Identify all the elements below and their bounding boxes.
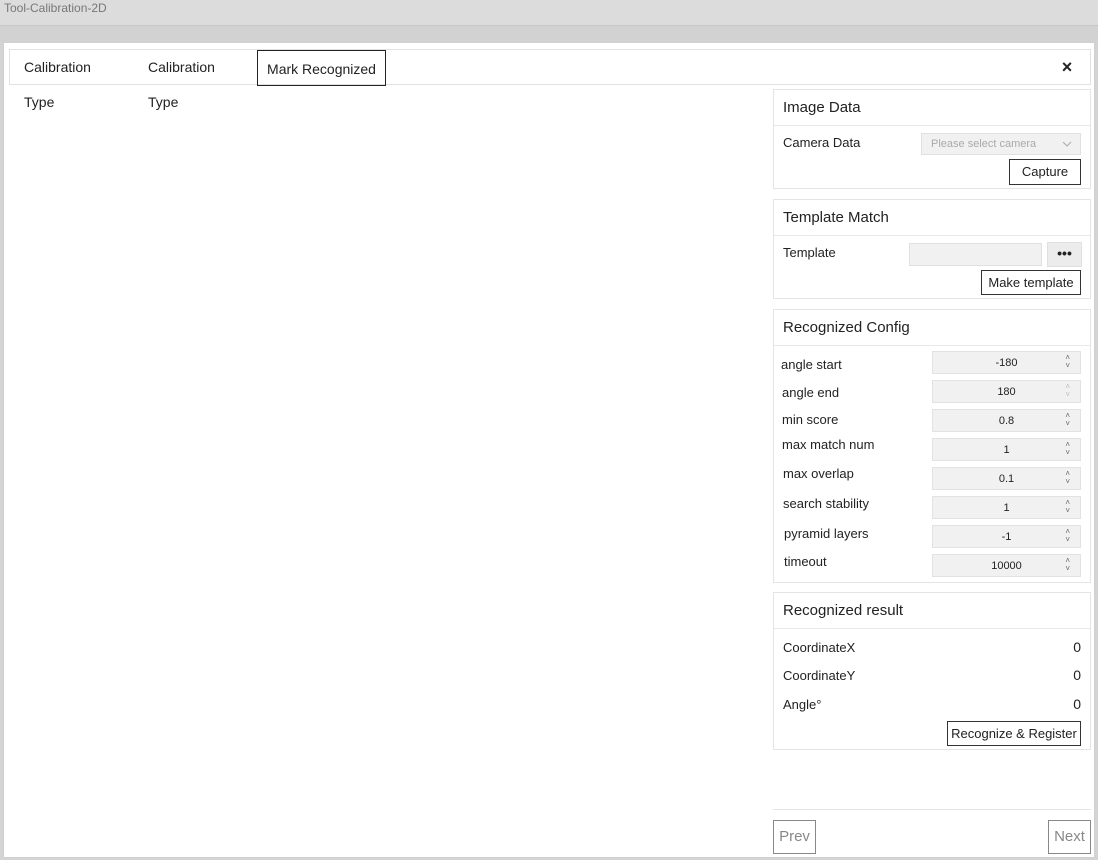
recognize-register-button[interactable]: Recognize & Register — [947, 721, 1081, 746]
angle-start-label: angle start — [781, 357, 842, 372]
spinner-arrows-icon[interactable]: ˄ ˅ — [1065, 470, 1070, 486]
spinner-arrows-icon[interactable]: ˄ ˅ — [1065, 412, 1070, 428]
template-match-panel: Template Match Template ••• Make templat… — [773, 199, 1091, 299]
pyramid-layers-spinner[interactable]: -1 ˄ ˅ — [932, 525, 1081, 548]
coordinate-y-value: 0 — [1073, 667, 1081, 683]
camera-select-placeholder: Please select camera — [931, 138, 1037, 150]
recognized-result-panel: Recognized result CoordinateX 0 Coordina… — [773, 592, 1091, 750]
browse-template-button[interactable]: ••• — [1047, 242, 1082, 267]
prev-button[interactable]: Prev — [773, 820, 816, 854]
min-score-label: min score — [782, 412, 839, 427]
close-icon[interactable]: × — [1058, 58, 1076, 76]
spinner-arrows-icon[interactable]: ˄ ˅ — [1065, 383, 1070, 399]
app-title: Tool-Calibration-2D — [4, 1, 107, 15]
search-stability-label: search stability — [783, 496, 869, 511]
tab-bar: Calibration Type Calibration Type Mark R… — [9, 49, 1091, 110]
calibration-window: Calibration Type Calibration Type Mark R… — [3, 42, 1095, 858]
recognized-result-title: Recognized result — [774, 593, 1090, 629]
image-data-panel: Image Data Camera Data Please select cam… — [773, 89, 1091, 189]
angle-end-spinner[interactable]: 180 ˄ ˅ — [932, 380, 1081, 403]
coordinate-x-label: CoordinateX — [783, 640, 856, 655]
spinner-arrows-icon[interactable]: ˄ ˅ — [1065, 441, 1070, 457]
spinner-arrows-icon[interactable]: ˄ ˅ — [1065, 354, 1070, 370]
timeout-spinner[interactable]: 10000 ˄ ˅ — [932, 554, 1081, 577]
angle-start-spinner[interactable]: -180 ˄ ˅ — [932, 351, 1081, 374]
spinner-arrows-icon[interactable]: ˄ ˅ — [1065, 528, 1070, 544]
max-overlap-label: max overlap — [783, 466, 854, 481]
timeout-label: timeout — [784, 554, 827, 569]
search-stability-value: 1 — [1003, 502, 1010, 514]
template-label: Template — [783, 245, 836, 260]
title-gap — [0, 26, 1098, 42]
min-score-spinner[interactable]: 0.8 ˄ ˅ — [932, 409, 1081, 432]
tab-calibration-type-2[interactable]: Calibration Type — [134, 50, 257, 110]
recognized-config-title: Recognized Config — [774, 310, 1090, 346]
template-input[interactable] — [909, 243, 1042, 266]
max-match-num-label: max match num — [782, 437, 875, 452]
template-match-title: Template Match — [774, 200, 1090, 236]
min-score-value: 0.8 — [998, 415, 1015, 427]
angle-start-value: -180 — [995, 357, 1018, 369]
camera-select[interactable]: Please select camera — [921, 133, 1081, 155]
make-template-button[interactable]: Make template — [981, 270, 1081, 295]
spinner-arrows-icon[interactable]: ˄ ˅ — [1065, 557, 1070, 573]
angle-end-label: angle end — [782, 385, 840, 400]
pyramid-layers-label: pyramid layers — [784, 526, 869, 541]
tab-mark-recognized[interactable]: Mark Recognized — [257, 50, 386, 86]
angle-label: Angle° — [783, 697, 822, 712]
title-bar: Tool-Calibration-2D — [0, 0, 1098, 26]
angle-end-value: 180 — [997, 386, 1016, 398]
coordinate-y-label: CoordinateY — [783, 668, 856, 683]
angle-value: 0 — [1073, 696, 1081, 712]
more-icon: ••• — [1057, 245, 1072, 261]
capture-button[interactable]: Capture — [1009, 159, 1081, 185]
tab-calibration-type-1[interactable]: Calibration Type — [10, 50, 134, 110]
recognized-config-panel: Recognized Config angle start -180 ˄ ˅ an… — [773, 309, 1091, 583]
next-button[interactable]: Next — [1048, 820, 1091, 854]
max-overlap-value: 0.1 — [998, 473, 1015, 485]
coordinate-x-value: 0 — [1073, 639, 1081, 655]
max-match-num-value: 1 — [1003, 444, 1010, 456]
pyramid-layers-value: -1 — [1001, 531, 1012, 543]
image-data-title: Image Data — [774, 90, 1090, 126]
camera-data-label: Camera Data — [783, 135, 861, 150]
max-match-num-spinner[interactable]: 1 ˄ ˅ — [932, 438, 1081, 461]
max-overlap-spinner[interactable]: 0.1 ˄ ˅ — [932, 467, 1081, 490]
footer-divider — [773, 809, 1091, 810]
spinner-arrows-icon[interactable]: ˄ ˅ — [1065, 499, 1070, 515]
chevron-down-icon — [1062, 134, 1072, 162]
search-stability-spinner[interactable]: 1 ˄ ˅ — [932, 496, 1081, 519]
timeout-value: 10000 — [991, 560, 1022, 572]
